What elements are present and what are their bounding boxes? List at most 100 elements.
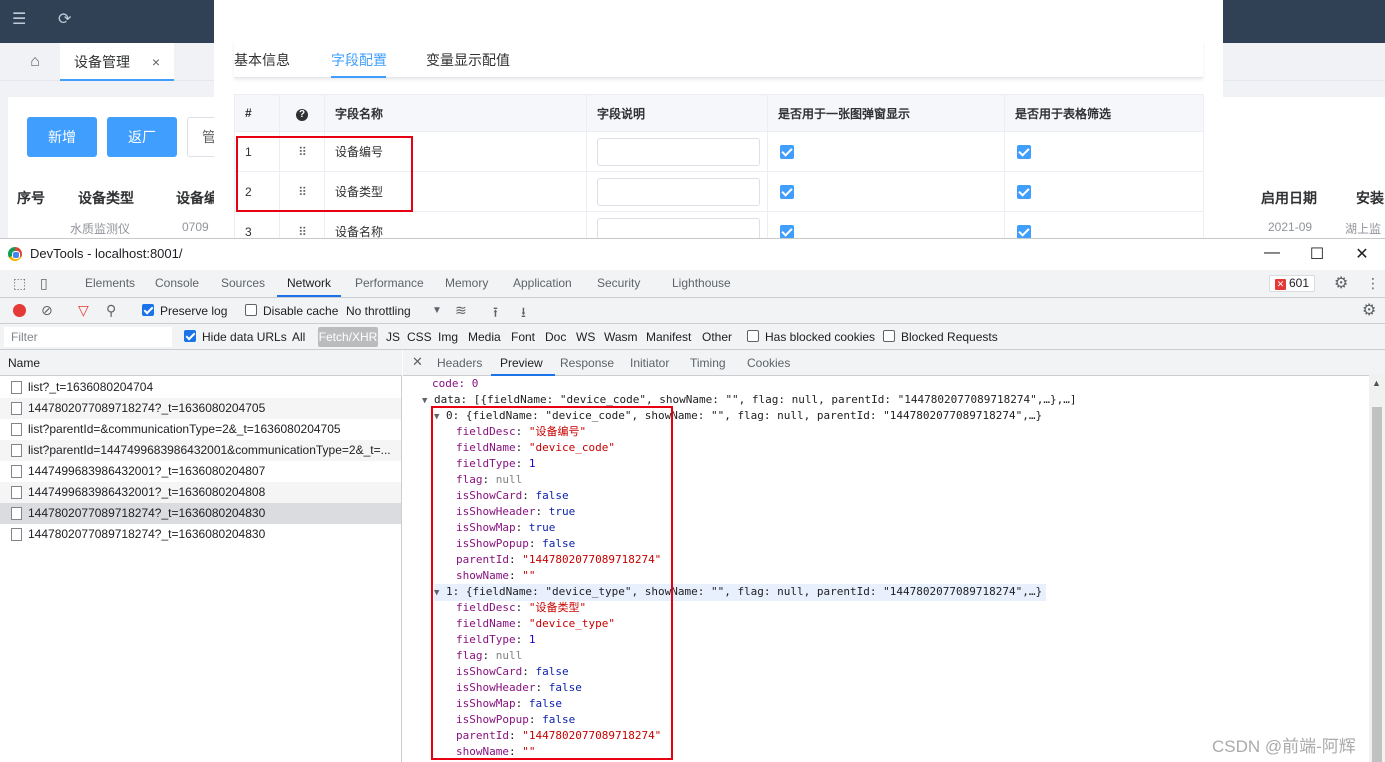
tab-network[interactable]: Network bbox=[287, 276, 331, 290]
request-row[interactable]: 1447802077089718274?_t=1636080204705 bbox=[0, 398, 401, 419]
tab-field-config[interactable]: 字段配置 bbox=[331, 50, 387, 70]
table-row: 3 ⠿ 设备名称 bbox=[234, 211, 1204, 238]
table-filter-checkbox[interactable] bbox=[1017, 224, 1031, 238]
record-icon[interactable] bbox=[13, 304, 26, 317]
tab-memory[interactable]: Memory bbox=[445, 276, 488, 290]
field-desc-input[interactable] bbox=[597, 217, 760, 238]
maximize-icon[interactable]: ☐ bbox=[1307, 244, 1327, 264]
expand-triangle-icon[interactable]: ▼ bbox=[422, 396, 427, 406]
close-detail-icon[interactable]: ✕ bbox=[412, 354, 423, 370]
tab-lighthouse[interactable]: Lighthouse bbox=[672, 276, 731, 290]
tab-response[interactable]: Response bbox=[560, 356, 614, 370]
filter-type-img[interactable]: Img bbox=[438, 330, 458, 344]
filter-type-wasm[interactable]: Wasm bbox=[604, 330, 638, 344]
header-table-filter: 是否用于表格筛选 bbox=[1004, 94, 1204, 132]
error-count-badge[interactable]: ✕ 601 bbox=[1269, 275, 1316, 292]
export-har-icon[interactable]: ⭳ bbox=[521, 302, 526, 326]
blocked-requests-checkbox[interactable] bbox=[883, 330, 895, 342]
header-field-name: 字段名称 bbox=[324, 94, 587, 132]
filter-type-other[interactable]: Other bbox=[702, 330, 732, 344]
active-tab-indicator bbox=[277, 295, 341, 297]
preserve-log-label: Preserve log bbox=[160, 304, 228, 318]
disable-cache-checkbox[interactable] bbox=[245, 304, 257, 316]
filter-type-all[interactable]: All bbox=[292, 330, 305, 344]
close-icon[interactable]: × bbox=[152, 43, 160, 81]
tab-variable-display[interactable]: 变量显示配值 bbox=[426, 50, 510, 70]
field-desc-input[interactable] bbox=[597, 177, 760, 206]
tab-performance[interactable]: Performance bbox=[355, 276, 424, 290]
hide-data-urls-checkbox[interactable] bbox=[184, 330, 196, 342]
filter-type-ws[interactable]: WS bbox=[576, 330, 595, 344]
row-install-value: 湖上监 bbox=[1345, 222, 1382, 236]
add-button[interactable]: 新增 bbox=[27, 117, 97, 157]
request-row-selected[interactable]: 1447802077089718274?_t=1636080204830 bbox=[0, 503, 401, 524]
close-icon[interactable]: ✕ bbox=[1352, 244, 1372, 264]
request-row[interactable]: 1447499683986432001?_t=1636080204807 bbox=[0, 461, 401, 482]
network-conditions-icon[interactable]: ≋ bbox=[455, 302, 467, 319]
search-icon[interactable]: ⚲ bbox=[106, 302, 116, 319]
menu-fold-icon[interactable]: ☰ bbox=[12, 10, 26, 30]
scroll-up-arrow-icon[interactable]: ▲ bbox=[1372, 378, 1381, 388]
preview-scrollbar-thumb[interactable] bbox=[1372, 407, 1382, 762]
table-filter-checkbox[interactable] bbox=[1017, 184, 1031, 199]
preserve-log-checkbox[interactable] bbox=[142, 304, 154, 316]
tab-elements[interactable]: Elements bbox=[85, 276, 135, 290]
file-icon bbox=[11, 381, 22, 394]
popup-display-checkbox[interactable] bbox=[780, 224, 794, 238]
filter-input[interactable]: Filter bbox=[4, 327, 172, 347]
request-row[interactable]: 1447802077089718274?_t=1636080204830 bbox=[0, 524, 401, 545]
filter-type-js[interactable]: JS bbox=[386, 330, 400, 344]
request-row[interactable]: list?_t=1636080204704 bbox=[0, 377, 401, 398]
filter-type-font[interactable]: Font bbox=[511, 330, 535, 344]
request-row[interactable]: list?parentId=&communicationType=2&_t=16… bbox=[0, 419, 401, 440]
has-blocked-cookies-checkbox[interactable] bbox=[747, 330, 759, 342]
drag-handle-icon[interactable]: ⠿ bbox=[279, 211, 325, 238]
row-filter-cell bbox=[1004, 211, 1204, 238]
row-type-value: 水质监测仪 bbox=[70, 222, 131, 236]
more-options-icon[interactable]: ⋮ bbox=[1366, 275, 1380, 292]
popup-display-checkbox[interactable] bbox=[780, 144, 794, 159]
filter-type-css[interactable]: CSS bbox=[407, 330, 432, 344]
hide-data-urls-label: Hide data URLs bbox=[202, 330, 287, 344]
name-column-header[interactable]: Name bbox=[0, 350, 402, 376]
filter-type-fetch-xhr[interactable]: Fetch/XHR bbox=[318, 327, 378, 347]
filter-type-manifest[interactable]: Manifest bbox=[646, 330, 691, 344]
tab-preview[interactable]: Preview bbox=[500, 356, 543, 370]
tab-device-management[interactable]: 设备管理 × bbox=[60, 43, 174, 81]
row-popup-cell bbox=[767, 211, 1005, 238]
chrome-logo-icon bbox=[8, 247, 22, 261]
inspect-element-icon[interactable]: ⬚ bbox=[13, 275, 26, 292]
throttling-select[interactable]: No throttling bbox=[346, 304, 411, 318]
request-name: 1447499683986432001?_t=1636080204808 bbox=[28, 485, 266, 499]
chevron-down-icon[interactable]: ▼ bbox=[432, 305, 442, 316]
active-tab-indicator bbox=[331, 76, 386, 78]
request-row[interactable]: list?parentId=1447499683986432001&commun… bbox=[0, 440, 401, 461]
network-settings-icon[interactable]: ⚙ bbox=[1362, 300, 1376, 320]
clear-icon[interactable]: ⊘ bbox=[41, 302, 53, 319]
tab-timing[interactable]: Timing bbox=[690, 356, 726, 370]
help-icon[interactable]: ? bbox=[296, 108, 308, 121]
home-icon[interactable]: ⌂ bbox=[12, 43, 58, 81]
table-filter-checkbox[interactable] bbox=[1017, 144, 1031, 159]
popup-display-checkbox[interactable] bbox=[780, 184, 794, 199]
tab-console[interactable]: Console bbox=[155, 276, 199, 290]
filter-type-media[interactable]: Media bbox=[468, 330, 501, 344]
minimize-icon[interactable]: — bbox=[1262, 244, 1282, 262]
field-desc-input[interactable] bbox=[597, 137, 760, 166]
refresh-icon[interactable]: ⟳ bbox=[58, 10, 71, 30]
tab-sources[interactable]: Sources bbox=[221, 276, 265, 290]
return-factory-button[interactable]: 返厂 bbox=[107, 117, 177, 157]
import-har-icon[interactable]: ⭱ bbox=[493, 302, 498, 326]
device-toolbar-icon[interactable]: ▯ bbox=[40, 275, 48, 292]
tab-initiator[interactable]: Initiator bbox=[630, 356, 669, 370]
settings-gear-icon[interactable]: ⚙ bbox=[1334, 273, 1348, 293]
tab-security[interactable]: Security bbox=[597, 276, 640, 290]
tab-cookies[interactable]: Cookies bbox=[747, 356, 790, 370]
tab-headers[interactable]: Headers bbox=[437, 356, 482, 370]
row-code-value: 0709 bbox=[182, 220, 209, 234]
request-row[interactable]: 1447499683986432001?_t=1636080204808 bbox=[0, 482, 401, 503]
filter-funnel-icon[interactable]: ▽ bbox=[78, 302, 89, 319]
tab-basic-info[interactable]: 基本信息 bbox=[234, 50, 290, 70]
filter-type-doc[interactable]: Doc bbox=[545, 330, 566, 344]
tab-application[interactable]: Application bbox=[513, 276, 572, 290]
